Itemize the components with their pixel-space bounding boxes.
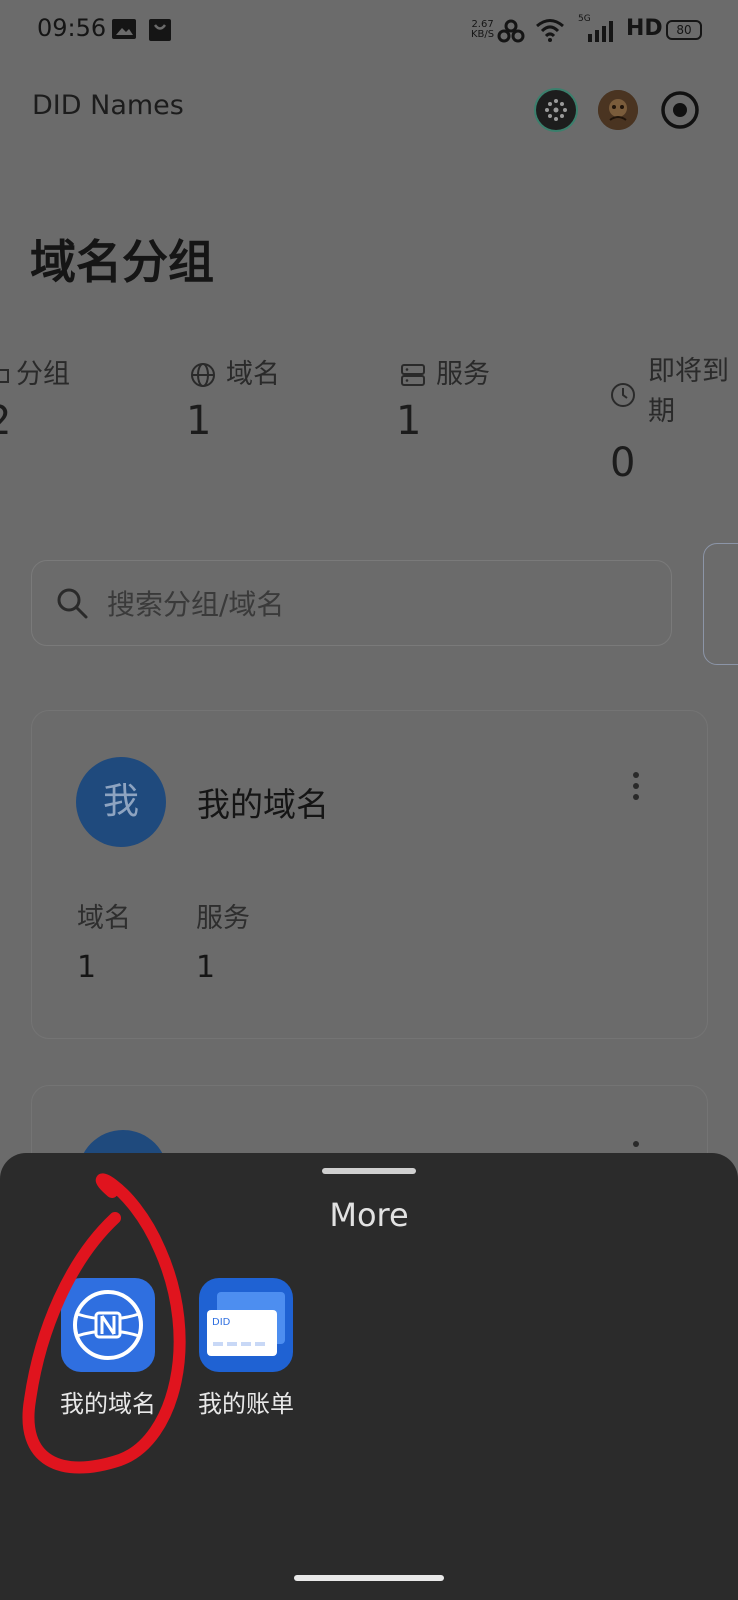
shopping-bag-icon [149, 19, 171, 41]
network-button[interactable] [536, 90, 576, 130]
group-domains-label: 域名 [77, 903, 131, 934]
stat-value-expiring: 0 [610, 440, 636, 486]
folder-icon [0, 369, 9, 383]
group-services-value: 1 [196, 950, 216, 985]
network-icon [545, 99, 567, 121]
group-avatar: 我 [76, 757, 166, 847]
server-icon [401, 364, 425, 386]
network-speed: 2.67 KB/S [471, 19, 495, 40]
stat-label-services: 服务 [436, 359, 490, 390]
clock-icon [611, 383, 635, 407]
search-placeholder: 搜索分组/域名 [107, 588, 285, 621]
network-type: HD [626, 16, 663, 41]
group-services-label: 服务 [196, 903, 250, 934]
target-button[interactable] [660, 90, 700, 130]
more-options-icon[interactable] [633, 1141, 641, 1152]
avatar-icon [598, 90, 638, 130]
stat-value-domains: 1 [186, 398, 212, 444]
stat-label-expiring: 即将到 期 [648, 356, 729, 427]
stat-label-groups: 分组 [16, 359, 70, 390]
group-domains-value: 1 [77, 950, 97, 985]
signal-icon [588, 21, 613, 42]
hotspot-icon [497, 19, 525, 43]
group-name: 我的域名 [197, 785, 329, 824]
stat-value-groups: 2 [0, 398, 11, 444]
status-time: 09:56 [37, 14, 107, 42]
home-indicator[interactable] [294, 1575, 444, 1581]
target-icon [661, 91, 699, 129]
globe-icon [191, 363, 215, 387]
red-circle-annotation [22, 1173, 186, 1474]
stat-label-domains: 域名 [226, 359, 280, 390]
wifi-icon [536, 19, 564, 42]
stat-value-services: 1 [396, 398, 422, 444]
user-avatar-button[interactable] [598, 90, 638, 130]
sheet-drag-handle[interactable] [322, 1168, 416, 1174]
add-group-button[interactable] [703, 543, 738, 665]
search-icon [57, 588, 88, 619]
image-notification-icon [112, 19, 136, 39]
battery-indicator: 80 [666, 20, 702, 40]
more-options-icon[interactable] [633, 772, 641, 805]
page-title: 域名分组 [30, 235, 214, 289]
app-title: DID Names [32, 90, 184, 121]
